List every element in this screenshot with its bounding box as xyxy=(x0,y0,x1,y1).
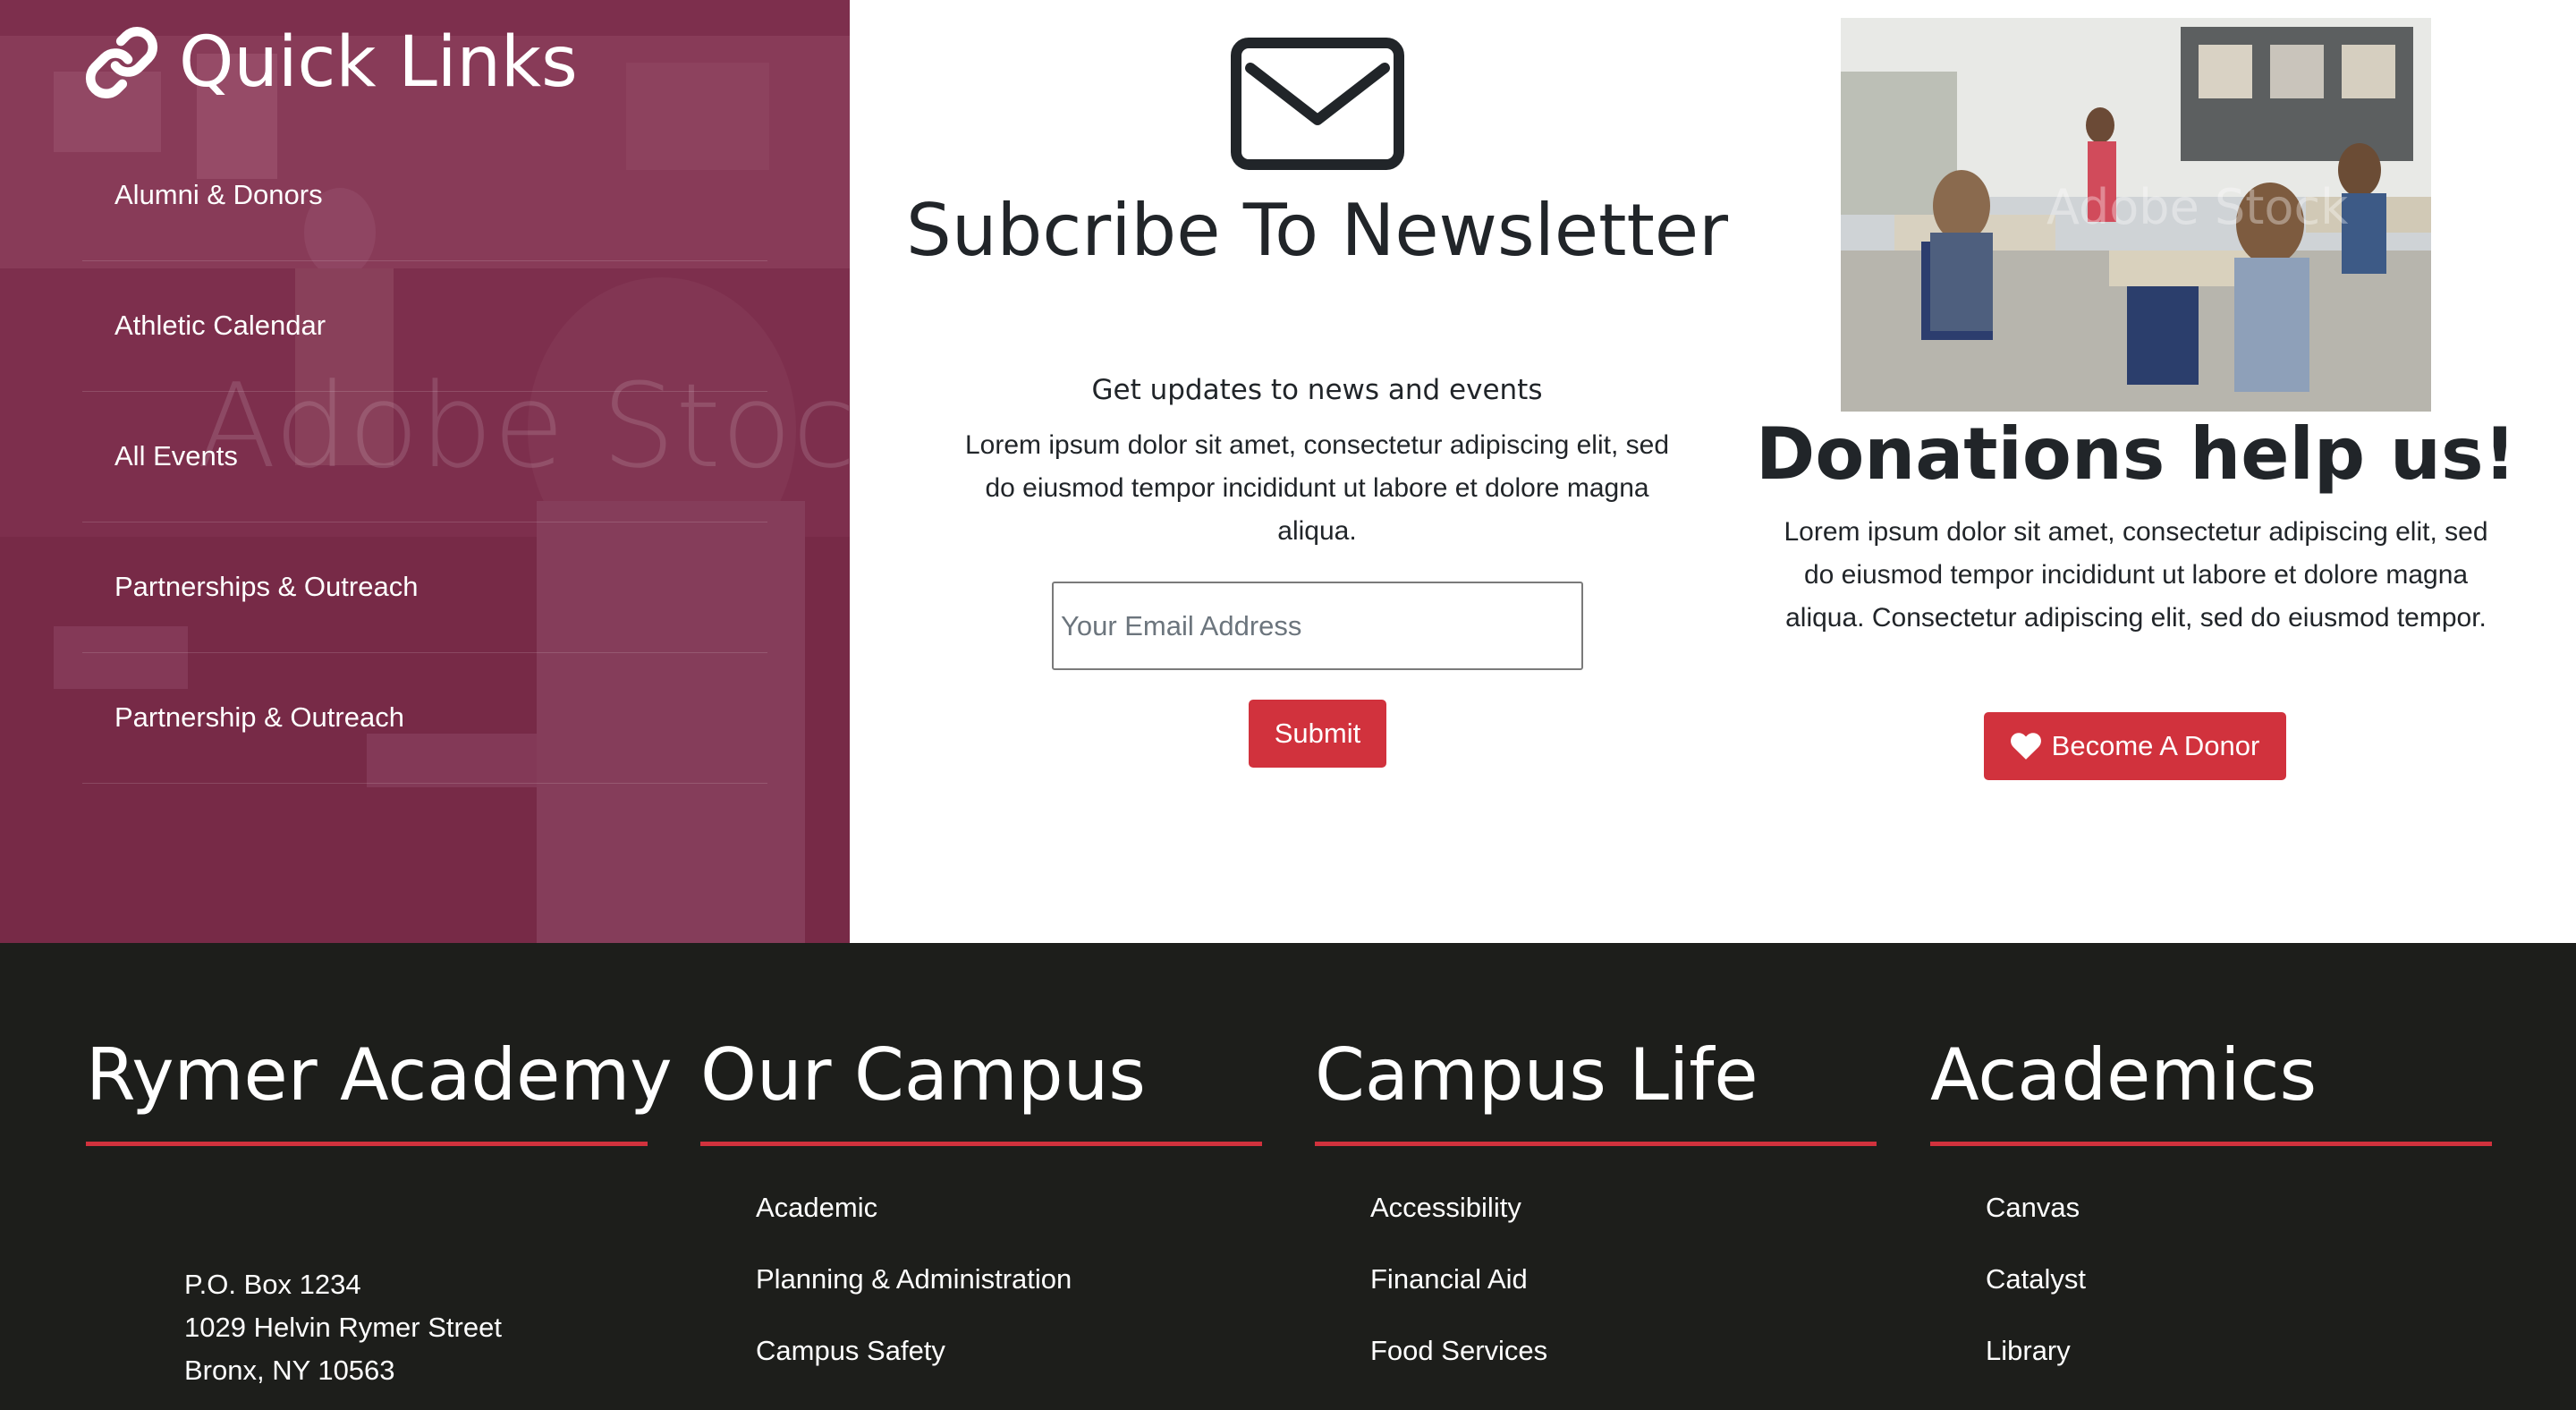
footer-links-campus-life: Accessibility Financial Aid Food Service… xyxy=(1370,1192,1547,1406)
address-line-2: 1029 Helvin Rymer Street xyxy=(184,1312,502,1343)
address-line-3: Bronx, NY 10563 xyxy=(184,1355,395,1386)
footer-divider xyxy=(1315,1142,1877,1146)
become-donor-label: Become A Donor xyxy=(2051,730,2260,761)
donations-title: Donations help us! xyxy=(1755,412,2517,496)
newsletter-title: Subcribe To Newsletter xyxy=(906,189,1728,272)
footer-links-academics: Canvas Catalyst Library xyxy=(1986,1192,2086,1406)
envelope-icon xyxy=(1231,38,1404,170)
stock-watermark-small: Adobe Stock xyxy=(2046,179,2349,235)
classroom-photo: Adobe Stock xyxy=(1841,18,2431,412)
quick-links-list: Alumni & Donors Athletic Calendar All Ev… xyxy=(0,131,850,784)
quick-links-panel: Adobe Stock Quick Links Alumni & Donors … xyxy=(0,0,850,943)
quick-link-partnerships-outreach[interactable]: Partnerships & Outreach xyxy=(0,522,850,653)
footer-heading-campus: Our Campus xyxy=(700,1033,1146,1117)
quick-links-heading: Quick Links xyxy=(84,18,578,107)
newsletter-description: Lorem ipsum dolor sit amet, consectetur … xyxy=(964,430,1670,546)
quick-link-partnership-outreach[interactable]: Partnership & Outreach xyxy=(0,653,850,784)
footer-link-financial-aid[interactable]: Financial Aid xyxy=(1370,1263,1547,1335)
email-input[interactable] xyxy=(1052,582,1583,670)
donations-description: Lorem ipsum dolor sit amet, consectetur … xyxy=(1784,517,2488,633)
footer-links-campus: Academic Planning & Administration Campu… xyxy=(756,1192,1072,1406)
footer-address: P.O. Box 1234 1029 Helvin Rymer Street B… xyxy=(184,1263,502,1392)
footer-divider xyxy=(700,1142,1262,1146)
quick-link-athletic-calendar[interactable]: Athletic Calendar xyxy=(0,261,850,392)
footer-link-food-services[interactable]: Food Services xyxy=(1370,1335,1547,1406)
quick-link-all-events[interactable]: All Events xyxy=(0,392,850,522)
submit-button[interactable]: Submit xyxy=(1249,700,1386,768)
newsletter-section: Subcribe To Newsletter Get updates to ne… xyxy=(894,0,1740,943)
address-line-1: P.O. Box 1234 xyxy=(184,1269,361,1300)
footer-heading-campus-life: Campus Life xyxy=(1315,1033,1758,1117)
footer-link-planning-administration[interactable]: Planning & Administration xyxy=(756,1263,1072,1335)
footer-link-campus-safety[interactable]: Campus Safety xyxy=(756,1335,1072,1406)
heart-icon xyxy=(2010,733,2041,760)
footer-divider xyxy=(86,1142,648,1146)
footer-link-library[interactable]: Library xyxy=(1986,1335,2086,1406)
quick-links-title: Quick Links xyxy=(179,22,578,103)
footer-link-academic[interactable]: Academic xyxy=(756,1192,1072,1263)
become-donor-button[interactable]: Become A Donor xyxy=(1984,712,2286,780)
footer-divider xyxy=(1930,1142,2492,1146)
donations-section: Adobe Stock Donations help us! Lorem ips… xyxy=(1753,0,2516,943)
footer-link-accessibility[interactable]: Accessibility xyxy=(1370,1192,1547,1263)
footer: Rymer Academy P.O. Box 1234 1029 Helvin … xyxy=(0,943,2576,1410)
newsletter-subtitle: Get updates to news and events xyxy=(1091,374,1543,406)
quick-link-alumni-donors[interactable]: Alumni & Donors xyxy=(0,131,850,261)
link-icon xyxy=(85,27,158,98)
footer-heading-academics: Academics xyxy=(1930,1033,2318,1117)
footer-link-catalyst[interactable]: Catalyst xyxy=(1986,1263,2086,1335)
footer-heading-rymer: Rymer Academy xyxy=(86,1033,673,1117)
footer-link-canvas[interactable]: Canvas xyxy=(1986,1192,2086,1263)
